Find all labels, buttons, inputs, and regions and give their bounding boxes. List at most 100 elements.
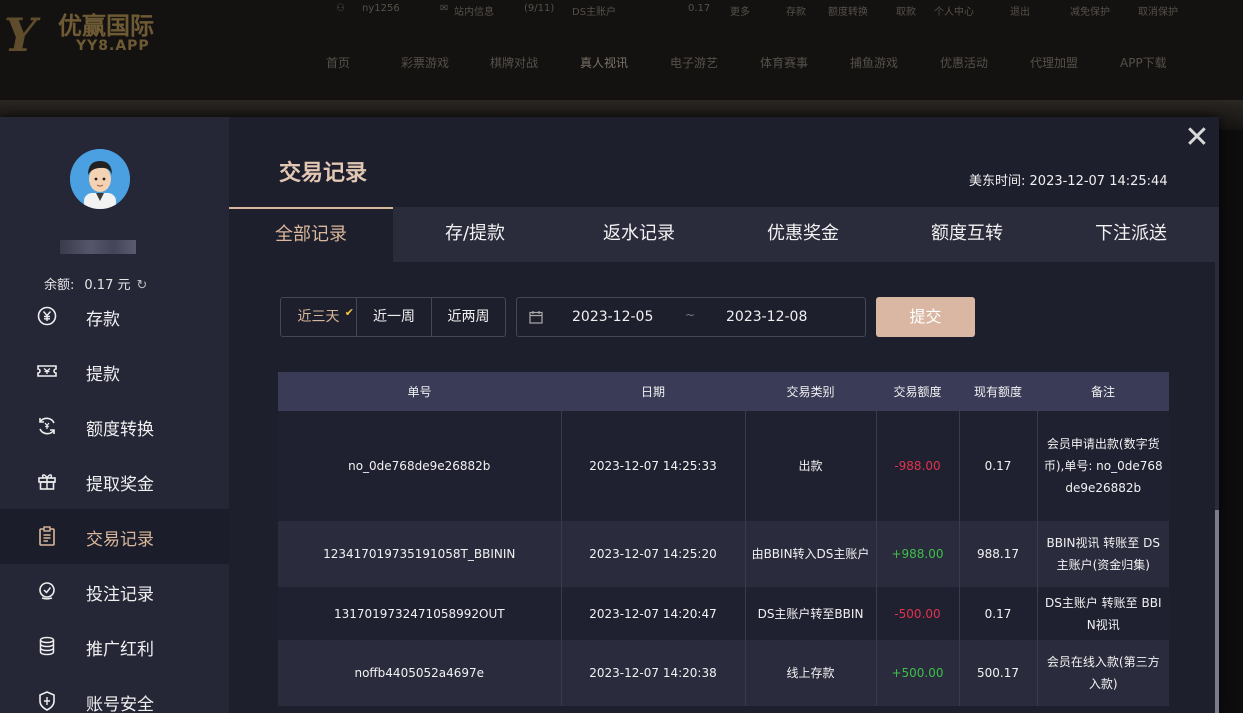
date-range-picker[interactable]: 2023-12-05 ~ 2023-12-08: [516, 297, 866, 337]
cell-date: 2023-12-07 14:20:38: [560, 640, 745, 706]
tab-rebate[interactable]: 返水记录: [557, 207, 721, 262]
est-time-value: 2023-12-07 14:25:44: [1029, 174, 1168, 189]
avatar: [70, 149, 130, 209]
col-header: 单号: [278, 372, 561, 411]
cell-id: noffb4405052a4697e: [278, 640, 561, 706]
bet-record-icon: [39, 582, 55, 600]
nav-item[interactable]: 棋牌对战: [490, 54, 538, 71]
cell-note: BBIN视讯 转账至 DS主账户(资金归集): [1036, 521, 1169, 587]
nav-item[interactable]: 优惠活动: [940, 54, 988, 71]
nav-item[interactable]: APP下载: [1120, 54, 1167, 71]
submit-button[interactable]: 提交: [876, 297, 975, 337]
cell-date: 2023-12-07 14:25:20: [560, 521, 745, 587]
cell-type: DS主账户转至BBIN: [744, 587, 876, 640]
table-row: no_0de768de9e26882b 2023-12-07 14:25:33 …: [278, 411, 1169, 521]
col-header: 交易类别: [745, 372, 876, 411]
sidebar-item-label: 额度转换: [86, 420, 154, 440]
sidebar-item-label: 交易记录: [86, 530, 154, 550]
tab-deposit-withdraw[interactable]: 存/提款: [393, 207, 557, 262]
top-message-count: (9/11): [524, 3, 555, 14]
sidebar-item-bets[interactable]: 投注记录: [0, 564, 229, 619]
cell-date: 2023-12-07 14:25:33: [560, 411, 745, 521]
date-range-presets: 近三天 ✔ 近一周 近两周: [280, 297, 506, 337]
tab-all-records[interactable]: 全部记录: [229, 207, 393, 262]
top-protect-on[interactable]: 减免保护: [1070, 3, 1110, 18]
sidebar-item-withdraw[interactable]: 提款: [0, 344, 229, 399]
sidebar-item-label: 存款: [86, 310, 120, 330]
clipboard-icon: [39, 526, 55, 546]
col-header: 交易额度: [876, 372, 959, 411]
nav-item[interactable]: 电子游艺: [670, 54, 718, 71]
tab-bonus[interactable]: 优惠奖金: [721, 207, 885, 262]
top-username: ny1256: [362, 3, 400, 14]
shield-icon: [39, 691, 55, 711]
end-date-input[interactable]: 2023-12-08: [726, 309, 807, 325]
cell-balance: 500.17: [958, 640, 1037, 706]
cell-amount: +500.00: [875, 640, 959, 706]
top-transfer[interactable]: 额度转换: [828, 3, 868, 18]
top-logout[interactable]: 退出: [1010, 3, 1030, 18]
top-protect-off[interactable]: 取消保护: [1138, 3, 1178, 18]
sidebar-item-promo[interactable]: 推广红利: [0, 619, 229, 674]
cell-id: 1317019732471058992OUT: [278, 587, 561, 640]
sidebar-item-deposit[interactable]: 存款: [0, 289, 229, 344]
top-more[interactable]: 更多: [730, 3, 750, 18]
cell-note: 会员申请出款(数字货币),单号: no_0de768de9e26882b: [1036, 411, 1169, 521]
close-icon[interactable]: ✕: [1183, 123, 1211, 153]
start-date-input[interactable]: 2023-12-05: [572, 309, 653, 325]
range-2-weeks[interactable]: 近两周: [431, 298, 505, 336]
range-3-days[interactable]: 近三天 ✔: [281, 298, 356, 336]
user-icon: ⚇: [336, 3, 345, 14]
yen-coin-icon: [37, 306, 57, 326]
username-masked: [60, 240, 136, 254]
nav-item[interactable]: 体育赛事: [760, 54, 808, 71]
sidebar-item-label: 提取奖金: [86, 475, 154, 495]
cell-type: 由BBIN转入DS主账户: [744, 521, 876, 587]
top-balance: 0.17: [688, 3, 711, 14]
scrollbar-thumb[interactable]: [1215, 510, 1219, 713]
tab-bet-payout[interactable]: 下注派送: [1049, 207, 1213, 262]
cell-id: no_0de768de9e26882b: [278, 411, 561, 521]
nav-item[interactable]: 首页: [326, 54, 350, 71]
check-icon: ✔: [344, 306, 354, 319]
calendar-icon: [529, 311, 543, 324]
record-tabs: 全部记录 存/提款 返水记录 优惠奖金 额度互转 下注派送: [229, 207, 1219, 262]
top-profile[interactable]: 个人中心: [934, 3, 974, 18]
top-messages[interactable]: 站内信息: [454, 3, 494, 18]
sidebar-item-label: 提款: [86, 365, 120, 385]
nav-item[interactable]: 捕鱼游戏: [850, 54, 898, 71]
sidebar-item-bonus[interactable]: 提取奖金: [0, 454, 229, 509]
cell-type: 出款: [744, 411, 876, 521]
nav-item[interactable]: 代理加盟: [1030, 54, 1078, 71]
col-header: 现有额度: [959, 372, 1037, 411]
sidebar-item-security[interactable]: 账号安全: [0, 674, 229, 713]
est-time-label: 美东时间:: [969, 174, 1026, 189]
scrollbar[interactable]: [1215, 262, 1219, 713]
mail-icon: ✉: [440, 3, 449, 14]
top-deposit[interactable]: 存款: [786, 3, 806, 18]
cell-balance: 988.17: [958, 521, 1037, 587]
est-time: 美东时间: 2023-12-07 14:25:44: [969, 170, 1168, 189]
logo-mark: Y: [4, 8, 37, 62]
top-withdraw[interactable]: 取款: [896, 3, 916, 18]
page-title: 交易记录: [279, 161, 368, 186]
range-1-week[interactable]: 近一周: [356, 298, 431, 336]
cell-amount: -988.00: [875, 411, 959, 521]
nav-item[interactable]: 真人视讯: [580, 54, 628, 71]
cell-amount: -500.00: [875, 587, 959, 640]
table-row: 1317019732471058992OUT 2023-12-07 14:20:…: [278, 587, 1169, 640]
table-header-row: 单号 日期 交易类别 交易额度 现有额度 备注: [278, 372, 1169, 411]
sidebar-item-label: 投注记录: [86, 585, 154, 605]
sidebar-item-transfer[interactable]: 额度转换: [0, 399, 229, 454]
cell-note: DS主账户 转账至 BBIN视讯: [1036, 587, 1169, 640]
range-label: 近三天: [297, 309, 340, 325]
sidebar-item-transactions[interactable]: 交易记录: [0, 509, 229, 564]
tab-transfer[interactable]: 额度互转: [885, 207, 1049, 262]
nav-item[interactable]: 彩票游戏: [401, 54, 449, 71]
cell-date: 2023-12-07 14:20:47: [560, 587, 745, 640]
site-header: Y 优赢国际 YY8.APP ⚇ ny1256 ✉ 站内信息 (9/11) DS…: [0, 0, 1243, 100]
sidebar-item-label: 推广红利: [86, 640, 154, 660]
logo-cn: 优赢国际: [58, 12, 154, 40]
col-header: 日期: [561, 372, 745, 411]
date-separator: ~: [685, 308, 696, 322]
